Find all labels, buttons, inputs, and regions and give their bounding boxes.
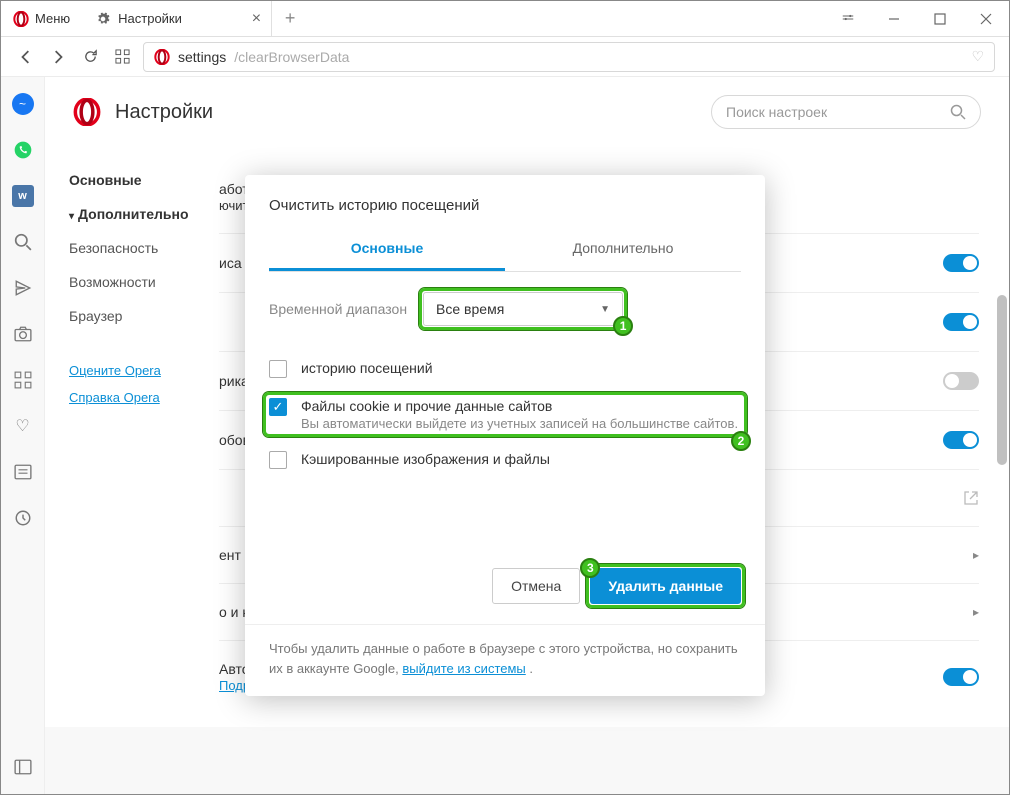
time-range-value: Все время	[436, 301, 504, 317]
time-range-label: Временной диапазон	[269, 301, 407, 317]
tab-basic[interactable]: Основные	[269, 228, 505, 271]
forward-button[interactable]	[47, 46, 69, 68]
checkbox[interactable]	[269, 451, 287, 469]
menu-label: Меню	[35, 11, 70, 26]
new-tab-button[interactable]: +	[272, 8, 308, 29]
dialog-overlay: Очистить историю посещений Основные Допо…	[1, 77, 1009, 794]
reload-button[interactable]	[79, 46, 101, 68]
heart-icon[interactable]: ♡	[971, 48, 984, 65]
window-controls	[825, 1, 1009, 36]
url-input[interactable]: settings/clearBrowserData ♡	[143, 42, 995, 72]
checkbox-checked[interactable]: ✓	[269, 398, 287, 416]
option-label: Кэшированные изображения и файлы	[301, 451, 550, 469]
option-label: Файлы cookie и прочие данные сайтов	[301, 398, 738, 414]
tab-active[interactable]: Настройки ×	[82, 1, 272, 36]
step-badge-1: 1	[613, 316, 633, 336]
clear-data-dialog: Очистить историю посещений Основные Допо…	[245, 175, 765, 696]
option-cached[interactable]: Кэшированные изображения и файлы	[269, 441, 741, 479]
cancel-button[interactable]: Отмена	[492, 568, 580, 604]
time-range-row: Временной диапазон Все время ▼ 1	[269, 292, 741, 326]
window-close-button[interactable]	[963, 1, 1009, 36]
title-bar: Меню Настройки × +	[1, 1, 1009, 37]
confirm-delete-button[interactable]: Удалить данные	[590, 568, 741, 604]
minimize-button[interactable]	[871, 1, 917, 36]
content-area: ~ w ♡ Настройки Поиск настроек	[1, 77, 1009, 794]
url-text-prefix: settings	[178, 49, 226, 65]
option-browsing-history[interactable]: историю посещений	[269, 350, 741, 388]
speed-dial-icon[interactable]	[111, 46, 133, 68]
gear-icon	[96, 12, 110, 26]
maximize-button[interactable]	[917, 1, 963, 36]
url-text-suffix: /clearBrowserData	[234, 49, 349, 65]
option-sublabel: Вы автоматически выйдете из учетных запи…	[301, 416, 738, 431]
opera-icon	[154, 49, 170, 65]
time-range-select[interactable]: Все время ▼	[423, 292, 623, 326]
menu-button[interactable]: Меню	[1, 1, 82, 36]
close-icon[interactable]: ×	[252, 10, 261, 28]
chevron-down-icon: ▼	[600, 304, 610, 315]
tab-label: Настройки	[118, 11, 182, 26]
browser-window: Меню Настройки × + settings/clearBrowser…	[0, 0, 1010, 795]
sign-out-link[interactable]: выйдите из системы	[402, 661, 525, 676]
dialog-actions: Отмена Удалить данные 3	[245, 562, 765, 624]
dialog-title: Очистить историю посещений	[245, 197, 765, 228]
checkbox[interactable]	[269, 360, 287, 378]
option-label: историю посещений	[301, 360, 433, 378]
dialog-body: Временной диапазон Все время ▼ 1 ис	[245, 272, 765, 562]
easy-setup-icon[interactable]	[825, 1, 871, 36]
dialog-tabs: Основные Дополнительно	[269, 228, 741, 272]
dialog-footer: Чтобы удалить данные о работе в браузере…	[245, 624, 765, 696]
option-cookies[interactable]: ✓ Файлы cookie и прочие данные сайтов Вы…	[269, 388, 741, 441]
back-button[interactable]	[15, 46, 37, 68]
address-bar: settings/clearBrowserData ♡	[1, 37, 1009, 77]
tab-advanced[interactable]: Дополнительно	[505, 228, 741, 271]
